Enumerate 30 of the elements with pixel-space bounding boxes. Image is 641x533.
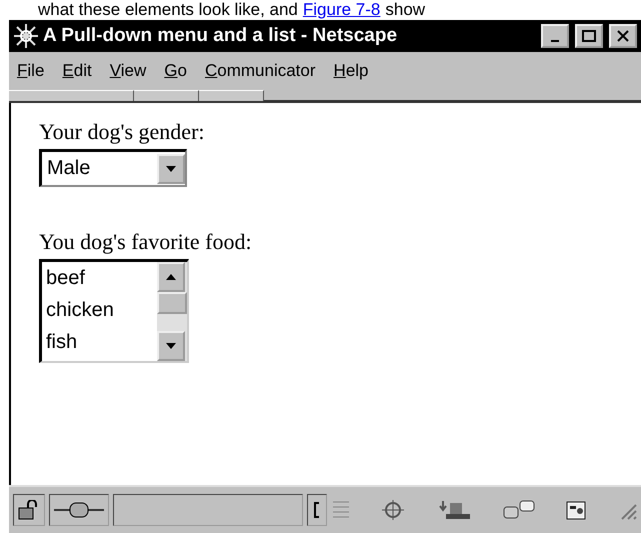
maximize-button[interactable] [575,24,603,48]
list-option[interactable]: chicken [46,294,157,326]
close-button[interactable] [609,24,637,48]
scroll-up-icon[interactable] [157,262,185,292]
list-box[interactable]: beef chicken fish [39,259,189,363]
menu-item[interactable]: Edit [62,61,92,81]
scroll-down-icon[interactable] [157,331,185,361]
minimize-icon [551,40,559,42]
menu-item[interactable]: Communicator [204,61,316,81]
scroll-thumb[interactable] [157,292,187,314]
menu-item[interactable]: Go [164,61,187,81]
minimize-button[interactable] [541,24,569,48]
bracket-icon [314,502,320,518]
list-option[interactable]: fish [46,326,157,358]
menu-item[interactable]: Help [334,61,368,81]
field-label: Your dog's gender: [39,119,206,145]
figure-link[interactable]: Figure 7-8 [302,0,380,20]
caption-text: show [385,0,426,20]
list-option[interactable]: beef [46,262,157,294]
dropdown[interactable]: Male [39,149,187,187]
lock-icon[interactable] [18,500,40,520]
field-label: You dog's favorite food: [39,229,253,255]
menu-item[interactable]: View [110,61,146,81]
window-title: A Pull-down menu and a list - Netscape [43,25,398,47]
close-icon [617,30,629,42]
caption-text: what these elements look like, and [38,0,298,20]
menu-item[interactable]: File [17,61,44,81]
star-logo-icon [13,23,39,49]
maximize-icon [582,30,596,42]
plug-icon [52,501,106,519]
